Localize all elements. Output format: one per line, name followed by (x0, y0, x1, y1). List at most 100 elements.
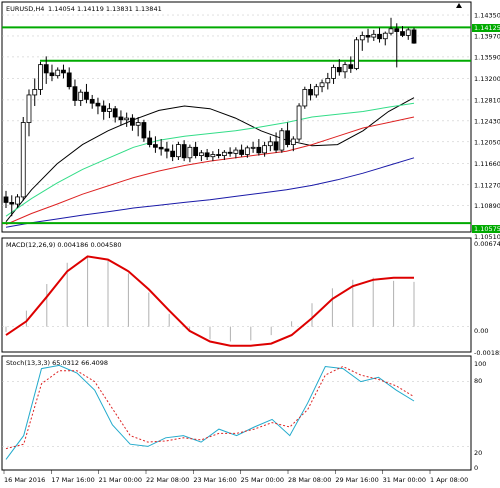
candle-bull (187, 146, 193, 159)
candle-bull (359, 35, 365, 41)
stoch-tick-0: 0 (474, 464, 478, 472)
candle-bear (411, 29, 417, 44)
candle-bear (130, 117, 135, 126)
candle-bull (107, 108, 112, 112)
candle-bear (348, 64, 354, 69)
chart-svg[interactable]: EURUSD,H4 1.14054 1.14119 1.13831 1.1384… (0, 0, 500, 488)
candle-bull (331, 66, 336, 79)
candle-bear (112, 108, 118, 118)
candle-bull (405, 29, 411, 36)
candle-bear (158, 146, 164, 150)
candle-bull (221, 151, 227, 156)
price-tick-label: 1.10890 (474, 202, 500, 210)
candle-bear (153, 144, 158, 148)
price-tick-label: 1.12810 (474, 96, 500, 104)
candle-bull (279, 130, 285, 151)
candle-bear (101, 105, 107, 112)
price-tag-bottom-text: 1.10575 (474, 225, 500, 233)
candle-bull (198, 152, 204, 156)
candle-bull (210, 154, 216, 158)
candle-bull (342, 64, 348, 73)
time-tick-label: 23 Mar 16:00 (193, 476, 236, 484)
trading-chart[interactable]: EURUSD,H4 1.14054 1.14119 1.13831 1.1384… (0, 0, 500, 488)
macd-tick-top: 0.006745 (474, 240, 500, 248)
candle-bull (382, 32, 388, 40)
candle-bear (66, 72, 72, 88)
candle-bear (72, 86, 78, 101)
candle-bear (61, 69, 66, 74)
candle-bull (175, 144, 181, 158)
macd-tick-bottom: -0.00185 (474, 349, 500, 357)
price-tick-label: 1.11660 (474, 160, 500, 168)
candle-bull (78, 91, 84, 101)
stoch-tick-20: 20 (474, 449, 482, 457)
time-tick-label: 29 Mar 16:00 (335, 476, 378, 484)
ohlc-label: 1.14054 1.14119 1.13831 1.13841 (48, 5, 162, 13)
candle-bear (239, 149, 245, 155)
price-tag-current: 1.14125 (472, 24, 500, 32)
price-tick-label: 1.13970 (474, 32, 500, 40)
candle-bear (147, 137, 153, 145)
candle-bull (38, 64, 43, 90)
candle-bull (267, 141, 273, 147)
time-tick-label: 25 Mar 00:00 (241, 476, 284, 484)
price-tag-bottom: 1.10575 (472, 225, 500, 233)
candle-bull (262, 145, 267, 154)
candle-bear (308, 89, 313, 96)
price-tick-label: 1.11270 (474, 181, 500, 189)
candle-bear (164, 148, 170, 152)
candle-bull (302, 89, 308, 107)
candle-bear (170, 150, 176, 158)
candle-bull (290, 138, 296, 145)
candle-bear (43, 64, 49, 74)
candle-bull (26, 94, 32, 123)
price-tick-label: 1.14350 (474, 12, 500, 20)
stoch-tick-100: 100 (474, 360, 486, 368)
candle-bear (256, 146, 262, 154)
candle-bull (233, 149, 239, 154)
candle-bull (15, 196, 20, 205)
time-tick-label: 28 Mar 08:00 (288, 476, 331, 484)
candle-bear (193, 146, 199, 156)
price-tick-label: 1.13590 (474, 53, 500, 61)
candle-bear (181, 144, 187, 159)
candle-bear (84, 91, 89, 100)
candle-bear (336, 66, 342, 73)
candle-bear (216, 154, 222, 156)
candle-bull (388, 28, 394, 34)
price-tick-label: 1.12430 (474, 117, 500, 125)
candle-bear (95, 102, 101, 107)
candle-bear (365, 35, 371, 38)
candle-bull (135, 122, 141, 126)
candle-bear (204, 152, 210, 158)
time-tick-label: 22 Mar 08:00 (146, 476, 189, 484)
candle-bull (244, 147, 250, 155)
time-tick-label: 21 Mar 00:00 (99, 476, 142, 484)
price-tag-current-text: 1.14125 (474, 24, 500, 32)
candle-bull (32, 89, 38, 96)
candle-bear (227, 151, 233, 154)
price-tick-label: 1.13200 (474, 75, 500, 83)
candle-bear (3, 196, 9, 203)
candle-bear (89, 98, 95, 104)
symbol-timeframe-label: EURUSD,H4 (6, 5, 44, 13)
candle-bull (250, 146, 256, 149)
candle-bull (20, 122, 26, 198)
candle-bull (296, 105, 302, 140)
macd-tick-zero: 0.00 (474, 327, 488, 335)
candle-bear (394, 28, 400, 32)
time-tick-label: 16 Mar 2016 (4, 476, 45, 484)
candle-bear (377, 33, 382, 40)
time-tick-label: 17 Mar 16:00 (51, 476, 94, 484)
candle-bull (124, 117, 130, 121)
candle-bear (141, 122, 147, 139)
stoch-tick-80: 80 (474, 377, 482, 385)
candle-bear (118, 116, 124, 121)
candle-bull (313, 86, 319, 96)
time-tick-label: 31 Mar 00:00 (383, 476, 426, 484)
candle-bull (319, 82, 325, 88)
macd-label: MACD(12,26,9) 0.004186 0.004580 (6, 241, 122, 249)
candle-bull (371, 33, 377, 38)
candle-bear (285, 130, 290, 145)
candle-bear (273, 141, 279, 151)
